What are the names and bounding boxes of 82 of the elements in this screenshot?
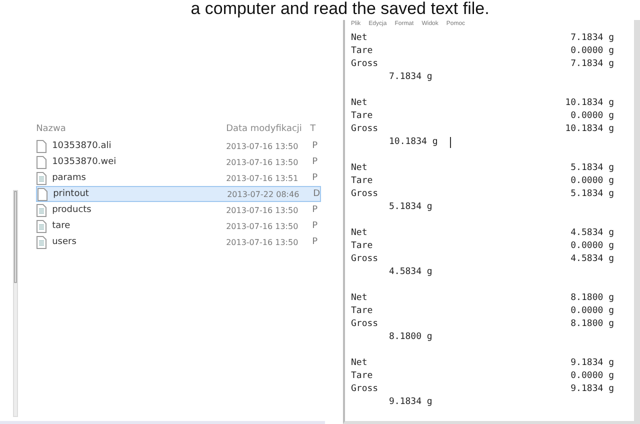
file-date: 2013-07-16 13:50 — [226, 142, 300, 150]
file-date: 2013-07-16 13:50 — [226, 222, 300, 230]
text-file-icon — [36, 172, 48, 184]
record-result: 4.5834 g — [389, 266, 432, 279]
record-result: 7.1834 g — [389, 71, 432, 84]
file-icon — [37, 188, 48, 200]
column-header[interactable]: Nazwa — [36, 124, 226, 134]
file-type: P — [312, 173, 318, 183]
record-value: 5.1834 g — [570, 162, 614, 175]
record-value: 4.5834 g — [570, 227, 614, 240]
column-header[interactable]: Data modyfikacji — [226, 124, 310, 134]
file-row[interactable]: products 2013-07-16 13:50 P — [36, 202, 325, 218]
caption-text: a computer and read the saved text file. — [190, 0, 490, 20]
file-date: 2013-07-16 13:50 — [226, 238, 300, 246]
record-result: 9.1834 g — [389, 396, 432, 409]
column-header[interactable]: T — [310, 124, 316, 134]
file-date: 2013-07-16 13:50 — [226, 206, 300, 214]
file-name: 10353870.wei — [52, 157, 118, 167]
file-date: 2013-07-16 13:51 — [226, 174, 300, 182]
file-name: tare — [52, 221, 72, 231]
file-name: params — [52, 173, 87, 183]
record-label: Net — [351, 292, 368, 305]
file-row[interactable]: printout 2013-07-22 08:46 D — [36, 186, 321, 202]
record-value: 0.0000 g — [570, 240, 614, 253]
record-value: 0.0000 g — [570, 175, 614, 188]
record-label: Tare — [351, 240, 373, 253]
record-label: Tare — [351, 45, 373, 58]
record-label: Tare — [351, 305, 373, 318]
record-value: 10.1834 g — [565, 97, 614, 110]
record-value: 8.1800 g — [570, 318, 614, 331]
file-type: P — [312, 237, 318, 247]
file-row[interactable]: 10353870.wei 2013-07-16 13:50 P — [36, 154, 325, 170]
record-result: 5.1834 g — [389, 201, 432, 214]
record-value: 7.1834 g — [570, 32, 614, 45]
record-label: Tare — [351, 110, 373, 123]
record-value: 0.0000 g — [570, 110, 614, 123]
file-name: products — [52, 205, 92, 215]
record-label: Net — [351, 357, 368, 370]
record-result: 10.1834 g — [389, 136, 438, 149]
file-row[interactable]: 10353870.ali 2013-07-16 13:50 P — [36, 138, 325, 154]
file-type: P — [312, 205, 318, 215]
record-value: 0.0000 g — [570, 305, 614, 318]
record-value: 7.1834 g — [570, 58, 614, 71]
record-label: Gross — [351, 253, 378, 266]
text-file-icon — [36, 236, 48, 248]
record-result: 8.1800 g — [389, 331, 432, 344]
record-label: Gross — [351, 188, 378, 201]
record-value: 0.0000 g — [570, 370, 614, 383]
record-value: 9.1834 g — [570, 383, 614, 396]
record-label: Net — [351, 97, 368, 110]
record-value: 10.1834 g — [565, 123, 614, 136]
record-value: 8.1800 g — [570, 292, 614, 305]
record-label: Gross — [351, 318, 378, 331]
file-type: D — [313, 189, 320, 199]
record-label: Gross — [351, 58, 378, 71]
file-icon — [36, 156, 48, 168]
file-date: 2013-07-22 08:46 — [227, 190, 300, 198]
record-value: 0.0000 g — [570, 45, 614, 58]
file-name: users — [52, 237, 78, 247]
file-type: P — [312, 141, 318, 151]
file-type: P — [312, 157, 318, 167]
file-row[interactable]: params 2013-07-16 13:51 P — [36, 170, 325, 186]
file-row[interactable]: tare 2013-07-16 13:50 P — [36, 218, 325, 234]
file-date: 2013-07-16 13:50 — [226, 158, 300, 166]
file-icon — [36, 140, 48, 152]
record-label: Gross — [351, 383, 378, 396]
file-row[interactable]: users 2013-07-16 13:50 P — [36, 234, 325, 250]
file-name: printout — [53, 189, 90, 199]
record-label: Net — [351, 227, 368, 240]
record-label: Tare — [351, 370, 373, 383]
record-label: Gross — [351, 123, 378, 136]
record-label: Tare — [351, 175, 373, 188]
text-file-icon — [36, 204, 48, 216]
record-label: Net — [351, 32, 368, 45]
record-value: 4.5834 g — [570, 253, 614, 266]
record-value: 9.1834 g — [570, 357, 614, 370]
scrollbar[interactable] — [13, 190, 18, 417]
file-name: 10353870.ali — [52, 141, 112, 151]
record-value: 5.1834 g — [570, 188, 614, 201]
file-type: P — [312, 221, 318, 231]
text-file-icon — [36, 220, 48, 232]
record-label: Net — [351, 162, 368, 175]
